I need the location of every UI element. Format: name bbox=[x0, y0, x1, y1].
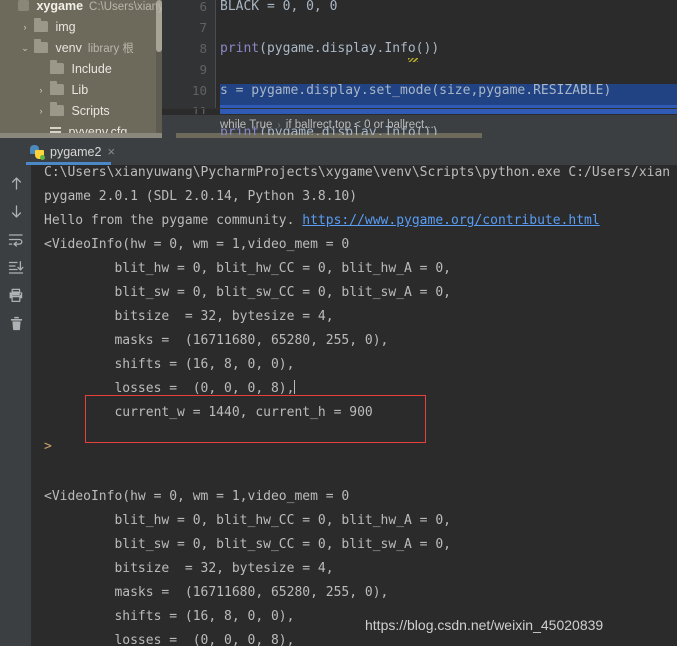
console-line: losses = (0, 0, 0, 8), bbox=[44, 377, 295, 401]
console-text: current_w = 1440, current_h = 900 bbox=[44, 405, 373, 420]
chevron-right-icon[interactable]: › bbox=[20, 17, 30, 38]
folder-icon bbox=[50, 63, 64, 74]
console-line: masks = (16711680, 65280, 255, 0), bbox=[44, 329, 388, 353]
code-token: (pygame.display.Info()) bbox=[259, 125, 439, 135]
console-text: bitsize = 32, bytesize = 4, bbox=[44, 309, 334, 324]
console-text: <VideoInfo(hw = 0, wm = 1,video_mem = 0 bbox=[44, 237, 349, 252]
editor-code-area[interactable]: BLACK = 0, 0, 0 print(pygame.display.Info… bbox=[220, 0, 677, 108]
code-line: BLACK = 0, 0, 0 bbox=[220, 0, 677, 17]
editor-gutter: 67891011 bbox=[155, 0, 215, 108]
config-file-icon bbox=[50, 126, 61, 133]
chevron-down-icon[interactable]: ⌄ bbox=[20, 38, 30, 59]
console-text: <VideoInfo(hw = 0, wm = 1,video_mem = 0 bbox=[44, 489, 349, 504]
console-text: masks = (16711680, 65280, 255, 0), bbox=[44, 333, 388, 348]
console-line: <VideoInfo(hw = 0, wm = 1,video_mem = 0 bbox=[44, 485, 349, 509]
tree-item-label: venv bbox=[48, 41, 82, 55]
text-cursor bbox=[294, 380, 295, 394]
console-line: <VideoInfo(hw = 0, wm = 1,video_mem = 0 bbox=[44, 233, 349, 257]
line-number: 8 bbox=[161, 38, 207, 59]
console-output[interactable]: C:\Users\xianyuwang\PycharmProjects\xyga… bbox=[31, 165, 677, 646]
chevron-right-icon[interactable]: › bbox=[36, 101, 46, 122]
console-text: blit_hw = 0, blit_hw_CC = 0, blit_hw_A =… bbox=[44, 513, 451, 528]
code-token: BLACK = 0, 0, 0 bbox=[220, 0, 337, 14]
console-tab-bar: t: pygame2 × bbox=[0, 138, 677, 165]
tree-item-sublabel: C:\Users\xianyu bbox=[83, 1, 162, 13]
console-line: blit_sw = 0, blit_sw_CC = 0, blit_sw_A =… bbox=[44, 281, 451, 305]
console-text: Hello from the pygame community. bbox=[44, 213, 302, 228]
console-text: shifts = (16, 8, 0, 0), bbox=[44, 609, 294, 624]
tree-item-label: Lib bbox=[64, 83, 88, 97]
gutter-divider bbox=[215, 0, 216, 108]
breadcrumb-divider bbox=[155, 108, 677, 109]
console-text: blit_sw = 0, blit_sw_CC = 0, blit_sw_A =… bbox=[44, 537, 451, 552]
console-line: blit_sw = 0, blit_sw_CC = 0, blit_sw_A =… bbox=[44, 533, 451, 557]
console-toolbar bbox=[0, 165, 31, 646]
tab-pygame2-label: pygame2 bbox=[50, 145, 101, 159]
console-line: bitsize = 32, bytesize = 4, bbox=[44, 557, 334, 581]
console-line: current_w = 1440, current_h = 900 bbox=[44, 401, 373, 425]
project-tree-panel[interactable]: xygameC:\Users\xianyu › img ⌄ venvlibrary … bbox=[0, 0, 162, 133]
console-line: blit_hw = 0, blit_hw_CC = 0, blit_hw_A =… bbox=[44, 509, 451, 533]
down-arrow-icon[interactable] bbox=[4, 199, 28, 223]
code-token: print bbox=[220, 41, 259, 56]
console-text: C:\Users\xianyuwang\PycharmProjects\xyga… bbox=[44, 165, 670, 180]
selection-highlight-partial bbox=[220, 105, 677, 114]
console-line: bitsize = 32, bytesize = 4, bbox=[44, 305, 334, 329]
folder-icon bbox=[34, 42, 48, 53]
code-token: (pygame.display.Info()) bbox=[259, 41, 439, 56]
line-number: 6 bbox=[161, 0, 207, 17]
soft-wrap-icon[interactable] bbox=[4, 227, 28, 251]
console-line: shifts = (16, 8, 0, 0), bbox=[44, 605, 294, 629]
console-text: blit_sw = 0, blit_sw_CC = 0, blit_sw_A =… bbox=[44, 285, 451, 300]
pycharm-window: 67891011 BLACK = 0, 0, 0print(pygame.dis… bbox=[0, 0, 677, 646]
tab-pygame2[interactable]: pygame2 × bbox=[26, 138, 121, 165]
folder-icon bbox=[34, 21, 48, 32]
python-file-icon bbox=[30, 145, 44, 159]
console-line: shifts = (16, 8, 0, 0), bbox=[44, 353, 294, 377]
folder-icon bbox=[50, 84, 64, 95]
console-line: Hello from the pygame community. https:/… bbox=[44, 209, 600, 233]
console-text: shifts = (16, 8, 0, 0), bbox=[44, 357, 294, 372]
console-text: pygame 2.0.1 (SDL 2.0.14, Python 3.8.10) bbox=[44, 189, 357, 204]
prompt-caret-icon: > bbox=[44, 439, 52, 454]
code-line: s = pygame.display.set_mode(size,pygame.… bbox=[220, 80, 677, 101]
watermark: https://blog.csdn.net/weixin_45020839 bbox=[365, 614, 603, 636]
console-line: pygame 2.0.1 (SDL 2.0.14, Python 3.8.10) bbox=[44, 185, 357, 209]
tree-item-label: img bbox=[48, 20, 76, 34]
code-token: s = pygame.display.set_mode(size,pygame.… bbox=[220, 83, 611, 98]
console-text: bitsize = 32, bytesize = 4, bbox=[44, 561, 334, 576]
console-text: masks = (16711680, 65280, 255, 0), bbox=[44, 585, 388, 600]
tree-item-label: Scripts bbox=[64, 104, 110, 118]
console-line: masks = (16711680, 65280, 255, 0), bbox=[44, 581, 388, 605]
tree-item-label: Include bbox=[64, 62, 112, 76]
module-icon bbox=[18, 0, 29, 11]
console-prompt: > bbox=[44, 435, 52, 459]
code-token: print bbox=[220, 125, 259, 135]
chevron-right-icon[interactable]: › bbox=[36, 80, 46, 101]
console-line: losses = (0, 0, 0, 8), bbox=[44, 629, 294, 646]
tree-item-label: xygame bbox=[29, 0, 83, 13]
tree-item-label: pyvenv.cfg bbox=[61, 125, 127, 133]
trash-icon[interactable] bbox=[4, 311, 28, 335]
console-text: blit_hw = 0, blit_hw_CC = 0, blit_hw_A =… bbox=[44, 261, 451, 276]
console-line: blit_hw = 0, blit_hw_CC = 0, blit_hw_A =… bbox=[44, 257, 451, 281]
line-number: 10 bbox=[161, 80, 207, 101]
scroll-to-end-icon[interactable] bbox=[4, 255, 28, 279]
console-text: losses = (0, 0, 0, 8), bbox=[44, 633, 294, 646]
close-icon[interactable]: × bbox=[107, 145, 115, 158]
folder-icon bbox=[50, 105, 64, 116]
tree-item-sublabel: library 根 bbox=[82, 43, 134, 55]
print-icon[interactable] bbox=[4, 283, 28, 307]
code-line: print(pygame.display.Info()) bbox=[220, 122, 677, 135]
line-number: 9 bbox=[161, 59, 207, 80]
console-text: losses = (0, 0, 0, 8), bbox=[44, 381, 294, 396]
line-number: 7 bbox=[161, 17, 207, 38]
console-line: C:\Users\xianyuwang\PycharmProjects\xyga… bbox=[44, 165, 670, 185]
up-arrow-icon[interactable] bbox=[4, 171, 28, 195]
project-tree-scrollbar[interactable] bbox=[156, 0, 162, 133]
pygame-contribute-link[interactable]: https://www.pygame.org/contribute.html bbox=[302, 213, 599, 228]
code-line: print(pygame.display.Info()) bbox=[220, 38, 677, 59]
